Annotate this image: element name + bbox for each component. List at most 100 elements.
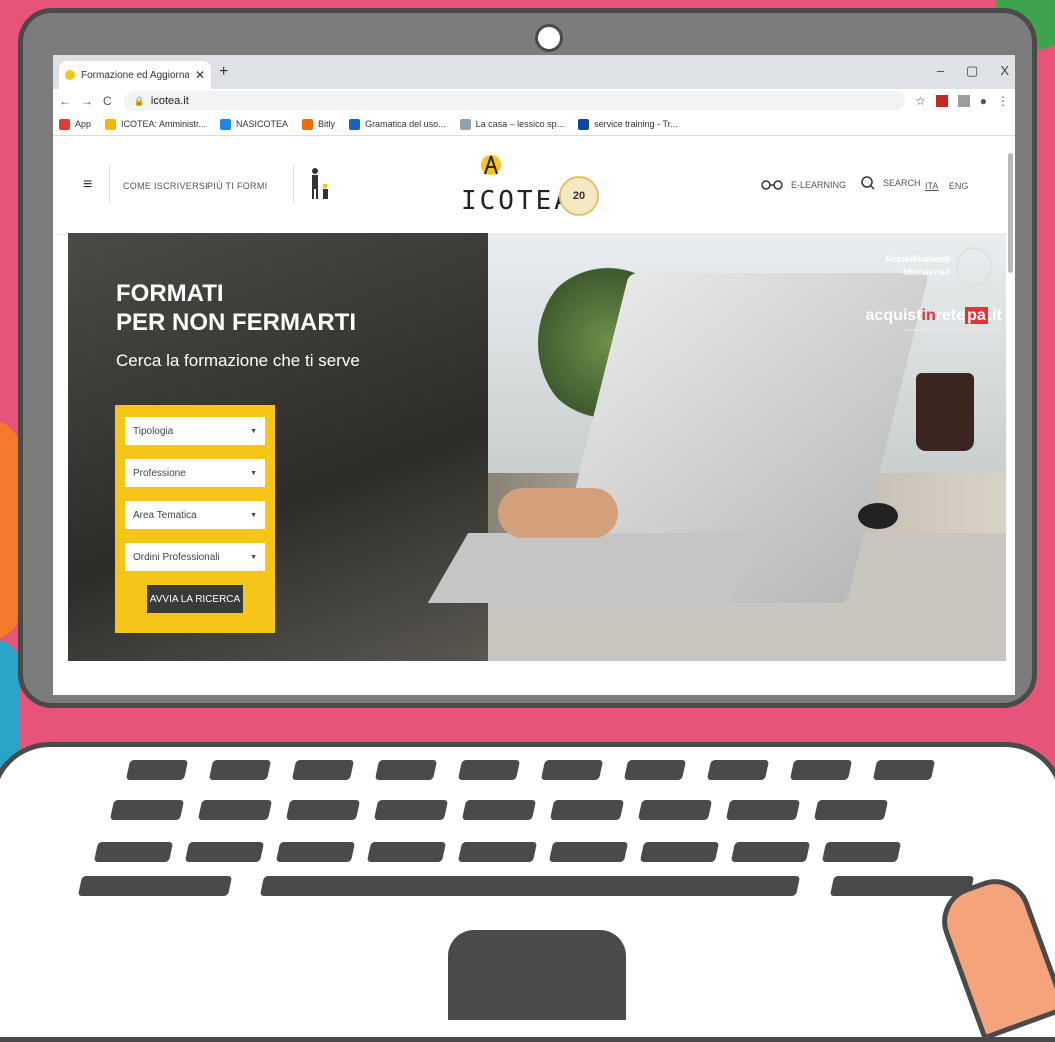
acq-part: .it	[987, 307, 1002, 324]
dropdown-arrow-icon: ▼	[250, 469, 257, 477]
bookmark-label: service training - Tr...	[594, 119, 678, 129]
keyboard-key	[623, 760, 687, 780]
acq-part: pa	[965, 307, 988, 324]
browser-tab-bar: Formazione ed Aggiornamento P ✕ + – ▢ X	[53, 55, 1015, 89]
url-text: icotea.it	[150, 95, 189, 107]
hero-title-line1: FORMATI	[116, 280, 224, 307]
acquistinretepa-logo[interactable]: acquistinrete pa .it	[866, 307, 1002, 325]
hero-title-line2: PER NON FERMARTI	[116, 309, 356, 336]
bookmark-item[interactable]: La casa – lessico sp...	[459, 118, 565, 130]
select-label: Area Tematica	[133, 509, 197, 521]
bookmark-favicon-icon	[59, 118, 70, 130]
hero-subtitle: Cerca la formazione che ti serve	[116, 351, 360, 370]
select-label: Tipologia	[133, 425, 174, 437]
keyboard-key	[275, 842, 356, 862]
nav-elearning[interactable]: E-LEARNING	[761, 179, 846, 191]
browser-tab[interactable]: Formazione ed Aggiornamento P ✕	[59, 61, 211, 89]
keyboard-key	[285, 800, 361, 820]
hero-title: FORMATI PER NON FERMARTI	[116, 279, 356, 337]
select-professione[interactable]: Professione ▼	[125, 459, 265, 487]
search-label: SEARCH	[883, 178, 921, 188]
acq-part: rete	[935, 307, 966, 324]
accreditation-line1: Accreditamenti	[884, 254, 950, 264]
select-ordini-professionali[interactable]: Ordini Professionali ▼	[125, 543, 265, 571]
page-content-below-hero	[53, 661, 1015, 695]
keyboard-key	[461, 800, 537, 820]
tab-title: Formazione ed Aggiornamento P	[81, 69, 189, 81]
lang-ita[interactable]: ITA	[925, 181, 938, 191]
new-tab-button[interactable]: +	[219, 63, 228, 81]
bookmarks-bar: App ICOTEA: Amministr... NASICOTEA Bitly Gra…	[53, 113, 1015, 136]
ministry-seal-icon	[956, 247, 992, 287]
hero-photo-mouse	[858, 503, 898, 529]
window-controls: – ▢ X	[937, 63, 1009, 79]
bookmark-item[interactable]: Bitly	[302, 118, 336, 130]
bookmark-label: La casa – lessico sp...	[475, 119, 565, 129]
start-search-button[interactable]: AVVIA LA RICERCA	[147, 585, 243, 613]
page-scrollbar[interactable]	[1008, 153, 1013, 273]
site-header: ≡ COME ISCRIVERSI PIÙ TI FORMI ICOTEA 20…	[53, 136, 1015, 235]
keyboard-key	[125, 760, 189, 780]
accreditation-line2: Ministeriali	[902, 267, 950, 277]
glasses-icon	[761, 180, 783, 190]
dropdown-arrow-icon: ▼	[250, 427, 257, 435]
keyboard-key	[549, 800, 625, 820]
bookmark-label: ICOTEA: Amministr...	[121, 119, 207, 129]
bookmark-item[interactable]: ICOTEA: Amministr...	[105, 118, 207, 130]
course-search-form: Tipologia ▼ Professione ▼ Area Tematica …	[115, 405, 275, 633]
nav-more-training[interactable]: PIÙ TI FORMI	[207, 181, 267, 191]
anniversary-badge: 20	[559, 176, 599, 216]
extension-icon[interactable]	[957, 95, 970, 107]
keyboard-key	[540, 760, 604, 780]
select-area-tematica[interactable]: Area Tematica ▼	[125, 501, 265, 529]
bookmark-favicon-icon	[105, 118, 117, 130]
bookmark-item[interactable]: Gramatica del uso...	[349, 118, 446, 130]
bookmark-favicon-icon	[349, 118, 361, 130]
select-tipologia[interactable]: Tipologia ▼	[125, 417, 265, 445]
accessibility-family-icon[interactable]	[307, 166, 333, 202]
bookmark-favicon-icon	[459, 118, 471, 130]
accreditation-text: Accreditamenti Ministeriali	[885, 253, 950, 279]
pdf-extension-icon[interactable]	[935, 95, 948, 107]
trackpad	[448, 930, 626, 1020]
profile-icon[interactable]: ●	[980, 94, 987, 108]
bookmark-item[interactable]: NASICOTEA	[220, 118, 288, 130]
bookmark-item[interactable]: service training - Tr...	[578, 118, 678, 130]
bookmark-label: Gramatica del uso...	[365, 119, 446, 129]
lang-eng[interactable]: ENG	[949, 181, 969, 191]
url-input[interactable]: 🔒 icotea.it	[123, 91, 905, 111]
search-icon	[861, 176, 875, 190]
forward-icon[interactable]: →	[81, 94, 93, 108]
site-logo[interactable]: ICOTEA	[461, 186, 573, 216]
keyboard-key	[93, 842, 174, 862]
keyboard-key	[197, 800, 273, 820]
menu-icon[interactable]: ⋮	[997, 94, 1009, 108]
decorative-shape	[0, 420, 20, 640]
acq-part: in	[921, 307, 936, 324]
close-tab-icon[interactable]: ✕	[195, 68, 205, 82]
maximize-button[interactable]: ▢	[966, 63, 978, 79]
hero-photo-hand	[498, 488, 618, 538]
keyboard-key	[548, 842, 629, 862]
minimize-button[interactable]: –	[937, 63, 944, 79]
bookmark-favicon-icon	[302, 118, 314, 130]
hero-photo-mug	[916, 373, 974, 451]
language-switcher: ITA ENG	[925, 181, 976, 191]
bookmark-item[interactable]: App	[59, 118, 91, 130]
address-bar-row: ← → C 🔒 icotea.it ☆ ● ⋮	[53, 89, 1015, 113]
laptop-screen: Formazione ed Aggiornamento P ✕ + – ▢ X …	[53, 55, 1015, 695]
keyboard-key	[374, 760, 438, 780]
keyboard-key	[457, 760, 521, 780]
reload-icon[interactable]: C	[103, 94, 112, 108]
nav-how-to-enroll[interactable]: COME ISCRIVERSI	[123, 181, 208, 191]
keyboard-key	[813, 800, 889, 820]
close-window-button[interactable]: X	[1000, 63, 1009, 79]
back-icon[interactable]: ←	[59, 94, 71, 108]
nav-search[interactable]: SEARCH	[861, 176, 921, 190]
bookmark-star-icon[interactable]: ☆	[915, 94, 926, 108]
favicon-icon	[65, 70, 75, 80]
keyboard-key	[706, 760, 770, 780]
hamburger-menu-icon[interactable]: ≡	[83, 176, 92, 194]
bookmark-label: Bitly	[318, 119, 336, 129]
keyboard-key	[373, 800, 449, 820]
